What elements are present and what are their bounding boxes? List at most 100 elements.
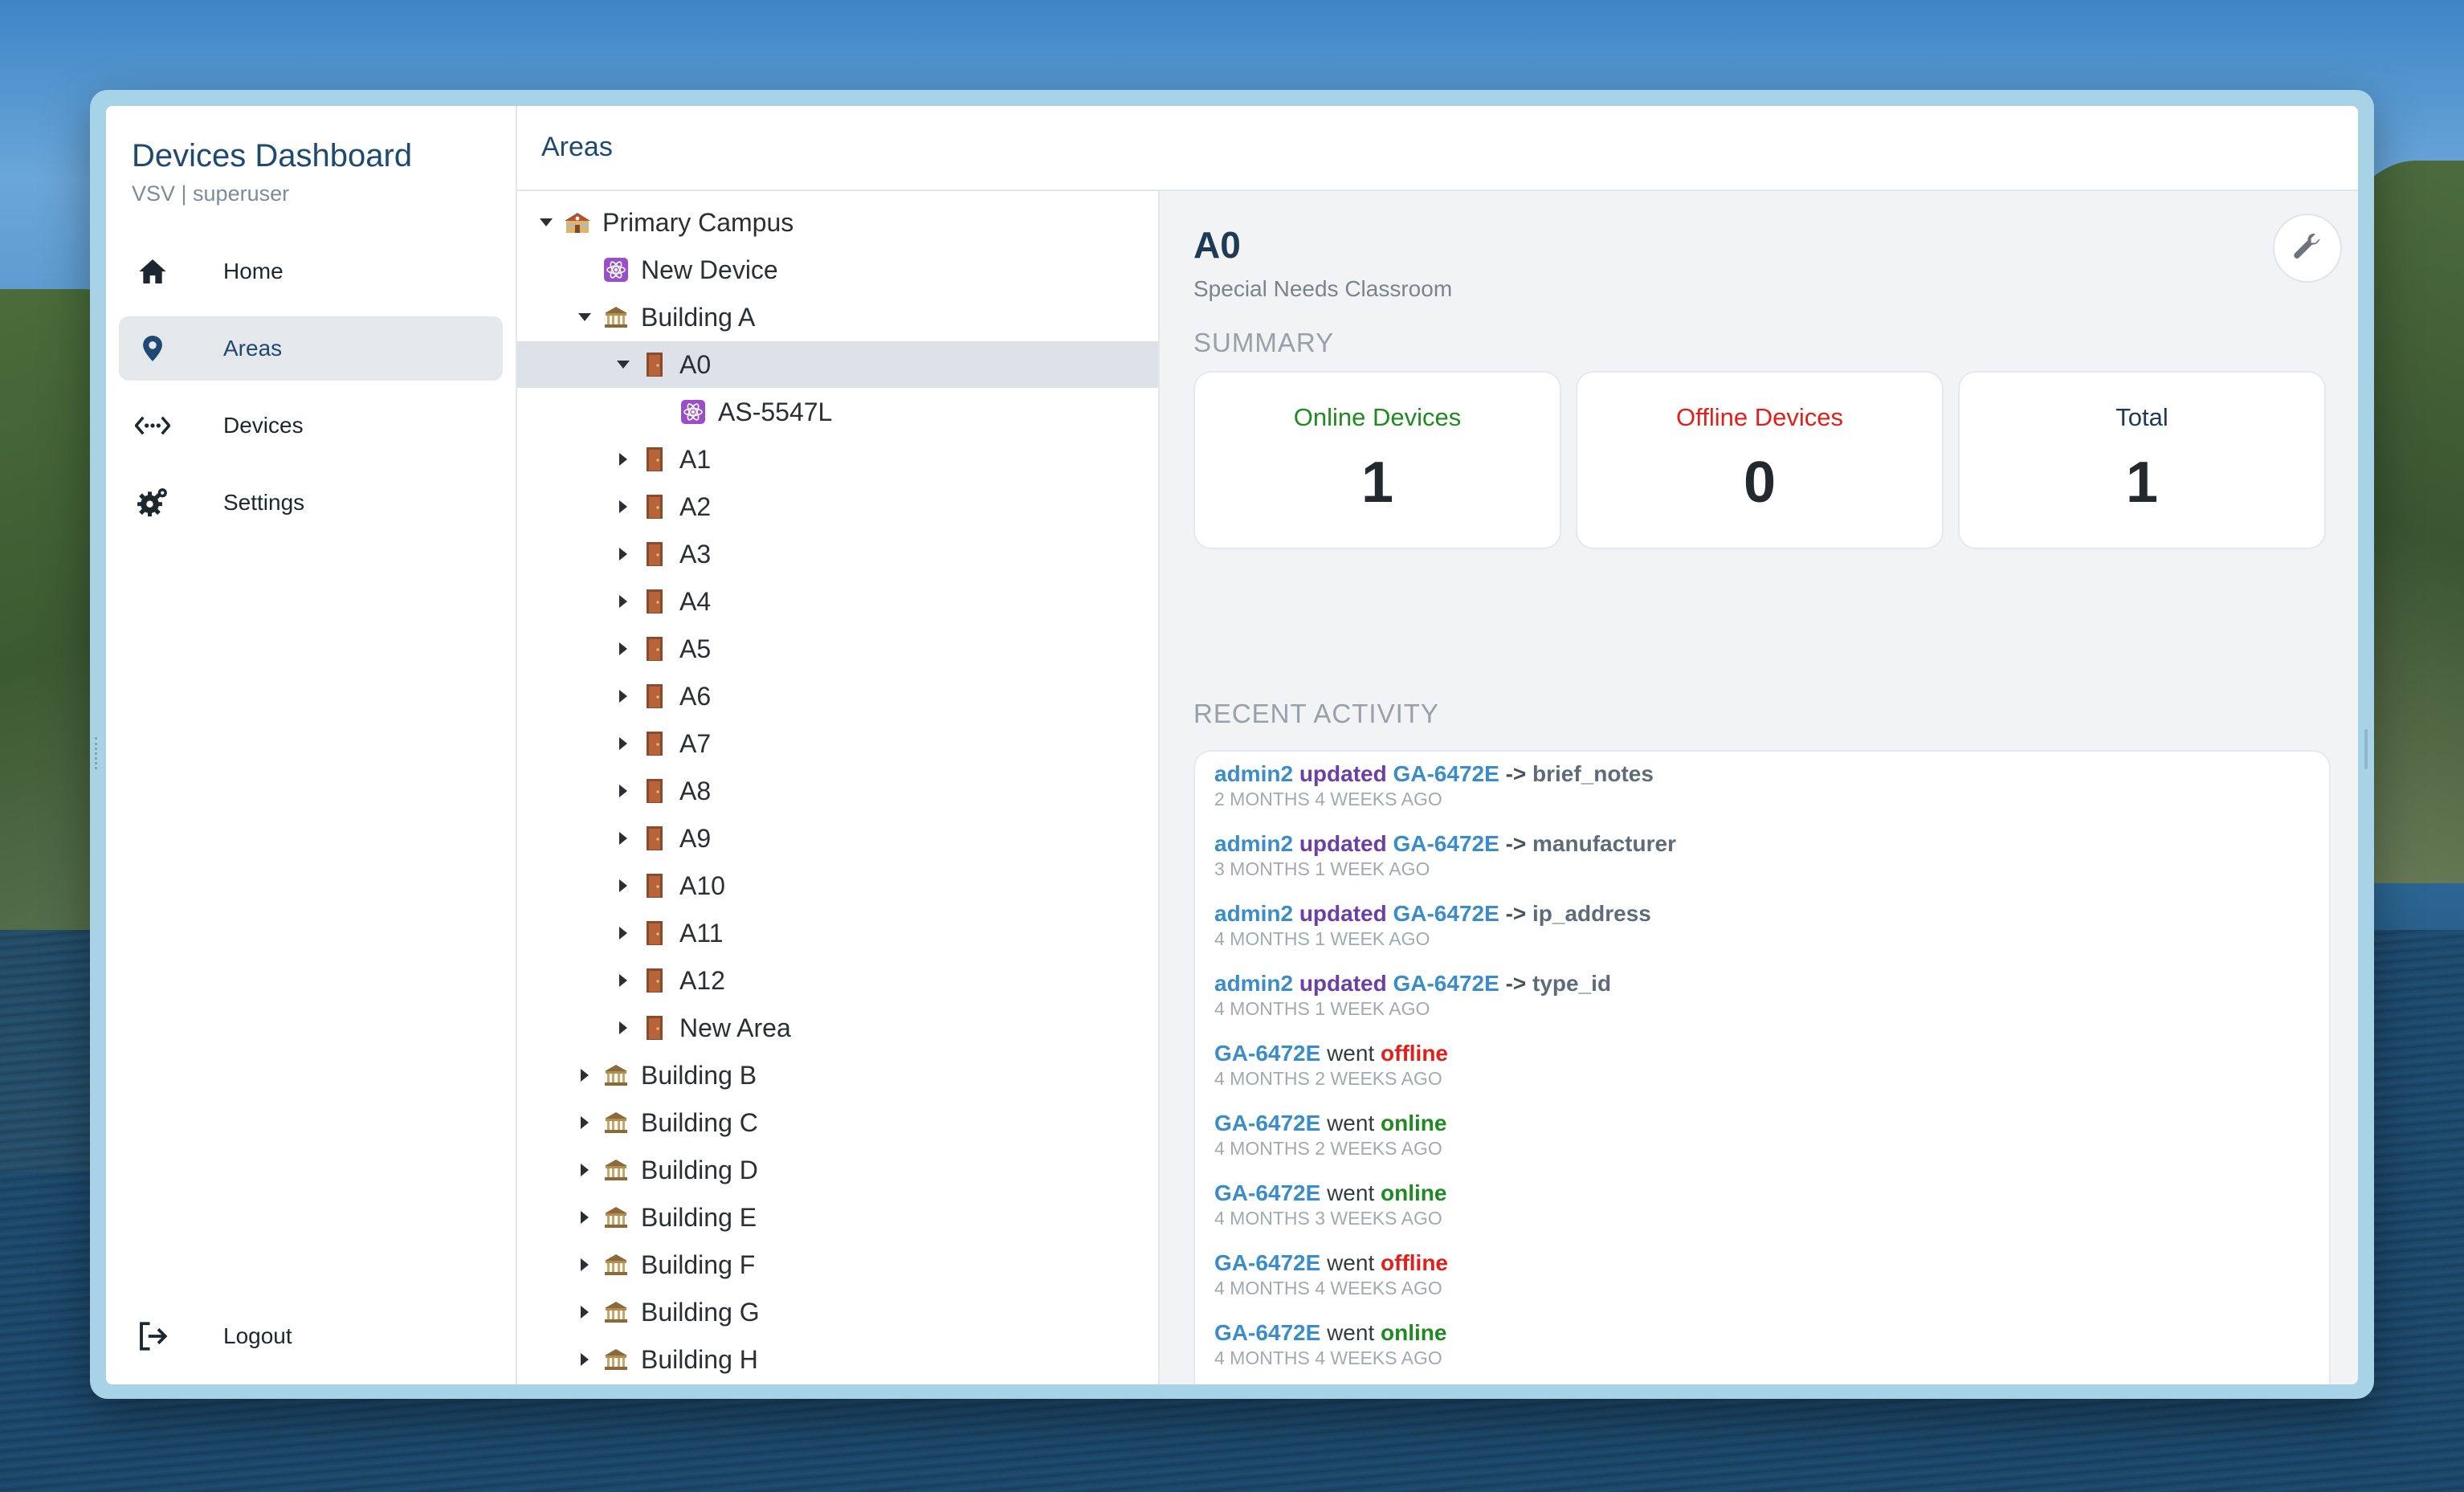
- caret-right-icon[interactable]: [615, 783, 631, 799]
- activity-item: GA-6472E went online 4 MONTHS 2 WEEKS AGO: [1214, 1111, 1446, 1160]
- building-icon: [602, 1298, 630, 1326]
- tree-row[interactable]: Building C: [517, 1099, 1158, 1146]
- activity-device-link[interactable]: GA-6472E: [1393, 971, 1499, 996]
- activity-device-link[interactable]: GA-6472E: [1393, 901, 1499, 926]
- app-window: Devices Dashboard VSV | superuser Home A…: [106, 106, 2358, 1384]
- activity-line: GA-6472E went offline: [1214, 1041, 1448, 1066]
- tree-row-label: Building C: [641, 1107, 758, 1137]
- activity-user-link[interactable]: admin2: [1214, 971, 1293, 996]
- activity-verb: went: [1327, 1320, 1375, 1345]
- caret-right-icon[interactable]: [577, 1351, 593, 1368]
- tree-row[interactable]: A6: [517, 673, 1158, 720]
- tree-row[interactable]: Building F: [517, 1241, 1158, 1288]
- activity-timestamp: 3 MONTHS 1 WEEK AGO: [1214, 858, 1430, 879]
- caret-right-icon[interactable]: [577, 1115, 593, 1131]
- tree-row-label: A0: [679, 349, 712, 379]
- activity-device-link[interactable]: GA-6472E: [1214, 1111, 1320, 1135]
- tree-row-label: A6: [679, 681, 712, 711]
- caret-right-icon[interactable]: [615, 830, 631, 846]
- caret-right-icon[interactable]: [615, 1020, 631, 1036]
- caret-right-icon[interactable]: [615, 688, 631, 704]
- tree-row[interactable]: Building D: [517, 1147, 1158, 1193]
- tree-row-selected[interactable]: A0: [517, 341, 1158, 388]
- activity-line: GA-6472E went online: [1214, 1180, 1446, 1206]
- tree-row[interactable]: Building A: [517, 294, 1158, 340]
- activity-status: online: [1381, 1111, 1447, 1135]
- app-title: Devices Dashboard: [132, 138, 413, 173]
- tree-row[interactable]: A2: [517, 483, 1158, 530]
- caret-right-icon[interactable]: [577, 1304, 593, 1320]
- activity-device-link[interactable]: GA-6472E: [1393, 831, 1499, 856]
- sidebar-item-areas[interactable]: Areas: [119, 316, 503, 381]
- activity-line: GA-6472E went online: [1214, 1111, 1446, 1136]
- recent-activity-label: RECENT ACTIVITY: [1193, 699, 1439, 728]
- resize-grip-right[interactable]: [2364, 729, 2368, 769]
- tree-row[interactable]: AS-5547L: [517, 389, 1158, 435]
- resize-grip-left[interactable]: [95, 737, 102, 769]
- tree-row[interactable]: Building G: [517, 1289, 1158, 1335]
- sidebar-item-home[interactable]: Home: [119, 239, 503, 304]
- tree-row[interactable]: A11: [517, 910, 1158, 956]
- building-icon: [602, 1156, 630, 1184]
- door-icon: [641, 1014, 668, 1042]
- caret-down-icon[interactable]: [538, 214, 554, 230]
- tree-row[interactable]: A12: [517, 957, 1158, 1004]
- gear-icon: [135, 485, 170, 520]
- tree-row[interactable]: New Device: [517, 247, 1158, 293]
- tree-row[interactable]: Building E: [517, 1194, 1158, 1241]
- door-icon: [641, 540, 668, 568]
- caret-right-icon[interactable]: [577, 1209, 593, 1225]
- tree-row[interactable]: A3: [517, 531, 1158, 577]
- tree-row[interactable]: A4: [517, 578, 1158, 625]
- activity-device-link[interactable]: GA-6472E: [1214, 1320, 1320, 1345]
- tree-row[interactable]: Building B: [517, 1052, 1158, 1099]
- caret-right-icon[interactable]: [615, 593, 631, 609]
- caret-down-icon[interactable]: [577, 309, 593, 325]
- caret-right-icon[interactable]: [577, 1257, 593, 1273]
- edit-area-button[interactable]: [2273, 214, 2342, 283]
- caret-right-icon[interactable]: [615, 641, 631, 657]
- activity-device-link[interactable]: GA-6472E: [1393, 761, 1499, 786]
- activity-user-link[interactable]: admin2: [1214, 761, 1293, 786]
- tree-row[interactable]: A8: [517, 768, 1158, 814]
- caret-right-icon[interactable]: [615, 451, 631, 467]
- tree-row[interactable]: Building H: [517, 1336, 1158, 1383]
- activity-verb: updated: [1299, 761, 1387, 786]
- logout-button[interactable]: Logout: [119, 1304, 503, 1368]
- building-icon: [602, 304, 630, 331]
- activity-device-link[interactable]: GA-6472E: [1214, 1041, 1320, 1066]
- tree-row[interactable]: A5: [517, 626, 1158, 672]
- activity-arrow: ->: [1505, 971, 1527, 996]
- caret-right-icon[interactable]: [615, 546, 631, 562]
- total-devices-card: Total 1: [1958, 371, 2326, 549]
- tree-row[interactable]: A7: [517, 720, 1158, 767]
- tree-row[interactable]: A9: [517, 815, 1158, 862]
- activity-line: admin2 updated GA-6472E -> manufacturer: [1214, 831, 1676, 857]
- caret-right-icon[interactable]: [615, 972, 631, 989]
- activity-device-link[interactable]: GA-6472E: [1214, 1250, 1320, 1275]
- activity-timestamp: 4 MONTHS 4 WEEKS AGO: [1214, 1347, 1442, 1368]
- activity-timestamp: 4 MONTHS 1 WEEK AGO: [1214, 998, 1430, 1019]
- activity-user-link[interactable]: admin2: [1214, 901, 1293, 926]
- caret-right-icon[interactable]: [615, 925, 631, 941]
- caret-right-icon[interactable]: [615, 736, 631, 752]
- offline-devices-label: Offline Devices: [1676, 403, 1843, 431]
- tree-row[interactable]: New Area: [517, 1005, 1158, 1051]
- home-icon: [135, 254, 170, 289]
- caret-right-icon[interactable]: [577, 1162, 593, 1178]
- activity-verb: went: [1327, 1180, 1375, 1205]
- tree-row[interactable]: A10: [517, 862, 1158, 909]
- activity-timestamp: 4 MONTHS 4 WEEKS AGO: [1214, 1278, 1442, 1298]
- activity-device-link[interactable]: GA-6472E: [1214, 1180, 1320, 1205]
- tree-row[interactable]: A1: [517, 436, 1158, 483]
- sidebar-item-settings[interactable]: Settings: [119, 471, 503, 535]
- caret-down-icon[interactable]: [615, 357, 631, 373]
- building-icon: [602, 1109, 630, 1136]
- activity-user-link[interactable]: admin2: [1214, 831, 1293, 856]
- sidebar-item-devices[interactable]: Devices: [119, 393, 503, 458]
- caret-right-icon[interactable]: [615, 878, 631, 894]
- tree-row[interactable]: Primary Campus: [517, 199, 1158, 246]
- caret-right-icon[interactable]: [577, 1067, 593, 1083]
- activity-item: GA-6472E went online 4 MONTHS 4 WEEKS AGO: [1214, 1320, 1446, 1369]
- caret-right-icon[interactable]: [615, 499, 631, 515]
